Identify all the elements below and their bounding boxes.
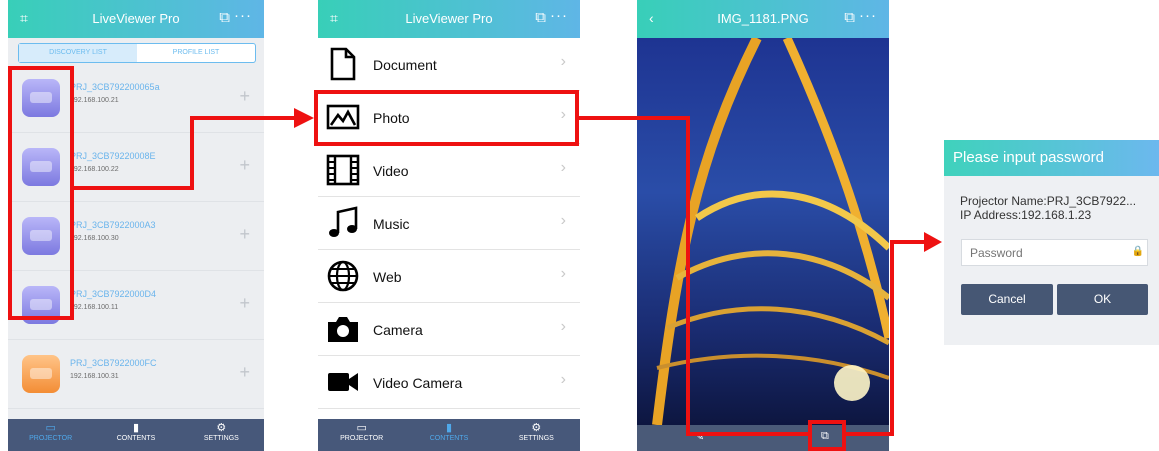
arrow-head-right bbox=[924, 232, 942, 252]
arrowheads bbox=[294, 108, 942, 252]
arrow-head-right bbox=[294, 108, 314, 128]
